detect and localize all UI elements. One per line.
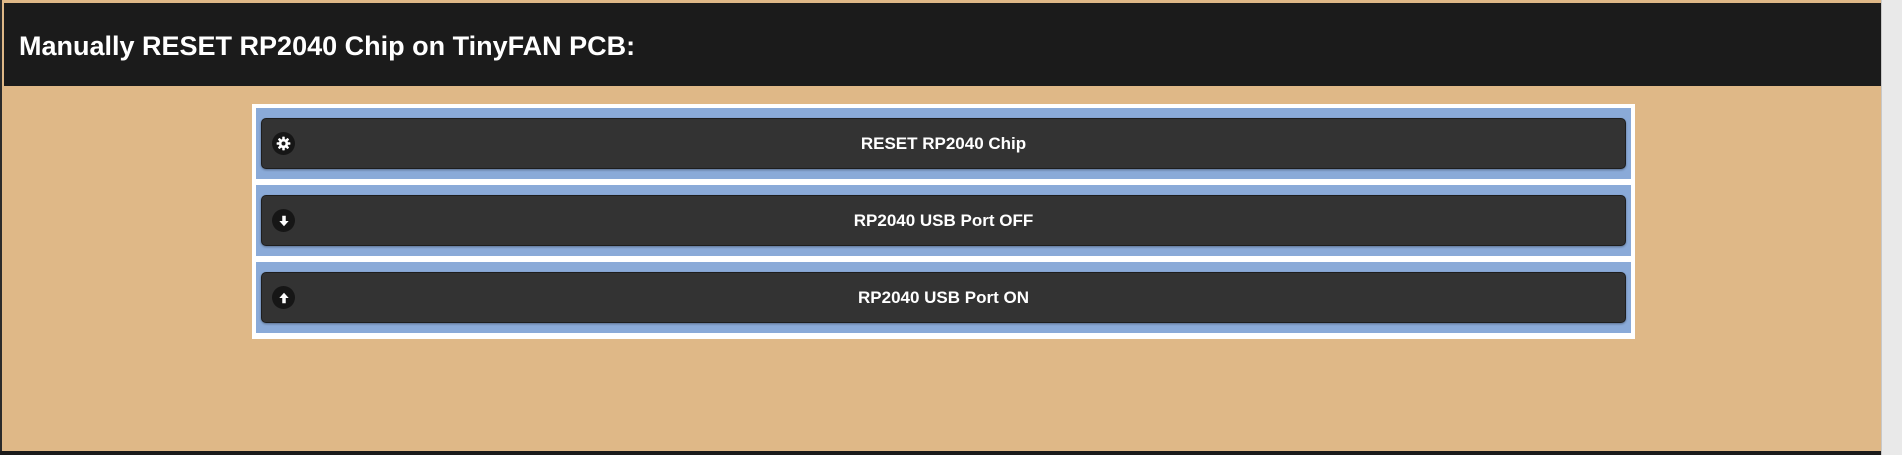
button-row-usb-off: RP2040 USB Port OFF xyxy=(256,185,1631,256)
button-row-reset: RESET RP2040 Chip xyxy=(256,108,1631,179)
usb-port-off-button[interactable]: RP2040 USB Port OFF xyxy=(261,195,1626,246)
window-scrollbar[interactable] xyxy=(1881,0,1902,455)
bottom-bar xyxy=(0,451,1881,455)
usb-port-on-button[interactable]: RP2040 USB Port ON xyxy=(261,272,1626,323)
page-title: Manually RESET RP2040 Chip on TinyFAN PC… xyxy=(19,31,636,61)
main-content: Manually RESET RP2040 Chip on TinyFAN PC… xyxy=(0,0,1883,451)
reset-rp2040-button[interactable]: RESET RP2040 Chip xyxy=(261,118,1626,169)
button-row-usb-on: RP2040 USB Port ON xyxy=(256,262,1631,333)
reset-rp2040-button-label: RESET RP2040 Chip xyxy=(860,133,1027,153)
usb-port-off-button-label: RP2040 USB Port OFF xyxy=(853,210,1034,230)
button-panel: RESET RP2040 Chip RP2040 USB Port OFF RP… xyxy=(252,104,1635,339)
header-bar: Manually RESET RP2040 Chip on TinyFAN PC… xyxy=(4,3,1883,86)
usb-port-on-button-label: RP2040 USB Port ON xyxy=(858,287,1029,307)
page: Manually RESET RP2040 Chip on TinyFAN PC… xyxy=(0,0,1902,455)
